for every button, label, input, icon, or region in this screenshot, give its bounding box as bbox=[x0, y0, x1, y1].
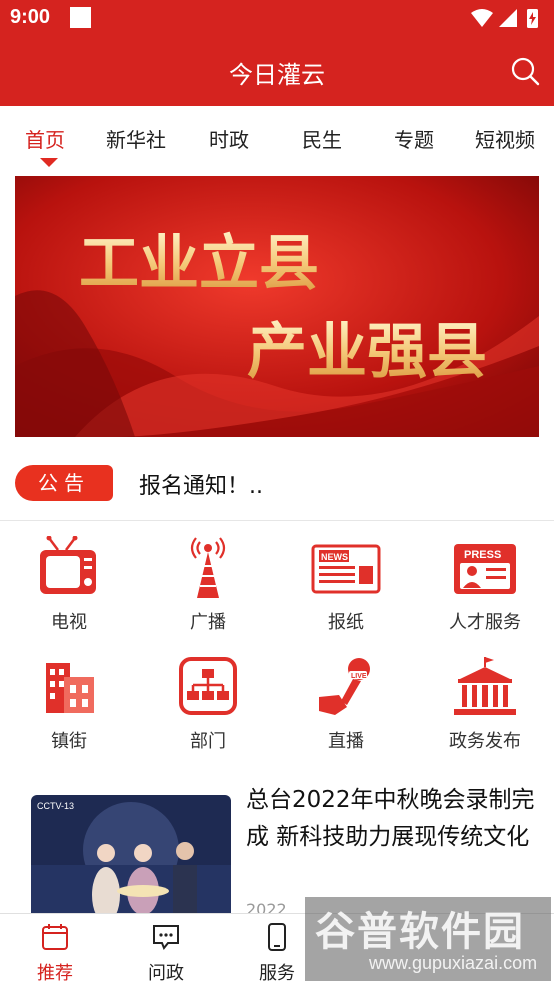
tab-short-video[interactable]: 短视频 bbox=[475, 124, 535, 153]
grid-item-live[interactable]: LIVE 直播 bbox=[286, 655, 406, 755]
news-thumbnail: CCTV-13 bbox=[31, 795, 231, 925]
status-bar: 9:00 bbox=[0, 0, 554, 36]
banner-carousel[interactable]: 工业立县 产业强县 bbox=[15, 176, 539, 437]
channel-logo: CCTV-13 bbox=[37, 801, 74, 811]
watermark-url: www.gupuxiazai.com bbox=[369, 953, 538, 973]
search-icon[interactable] bbox=[510, 56, 540, 86]
tab-special[interactable]: 专题 bbox=[394, 124, 434, 153]
wifi-icon bbox=[471, 9, 493, 27]
nav-recommend[interactable]: 推荐 bbox=[0, 914, 110, 985]
grid-label: 电视 bbox=[51, 612, 87, 633]
notice-badge: 公告 bbox=[15, 465, 113, 501]
svg-text:PRESS: PRESS bbox=[464, 549, 501, 561]
active-tab-indicator bbox=[40, 158, 58, 167]
status-time: 9:00 bbox=[10, 6, 51, 28]
grid-item-towns[interactable]: 镇街 bbox=[9, 655, 129, 755]
nav-inquiry[interactable]: 问政 bbox=[111, 914, 221, 985]
tab-home[interactable]: 首页 bbox=[25, 124, 65, 153]
signal-icon bbox=[499, 9, 517, 27]
tab-politics[interactable]: 时政 bbox=[209, 124, 249, 153]
status-icons bbox=[471, 9, 538, 28]
notification-icon bbox=[70, 7, 91, 28]
watermark-overlay: 谷普软件园 www.gupuxiazai.com bbox=[305, 897, 551, 981]
svg-text:NEWS: NEWS bbox=[321, 552, 348, 562]
news-headline: 总台2022年中秋晚会录制完成 新科技助力展现传统文化 bbox=[246, 787, 535, 850]
grid-item-tv[interactable]: 电视 bbox=[9, 536, 129, 636]
chat-bubble-icon bbox=[153, 925, 179, 950]
page-title: 今日灌云 bbox=[229, 61, 325, 89]
grid-label: 政务发布 bbox=[449, 731, 521, 752]
notice-text[interactable]: 报名通知！.. bbox=[139, 468, 263, 500]
radio-tower-icon bbox=[190, 537, 226, 598]
svg-text:LIVE: LIVE bbox=[351, 673, 367, 680]
banner-line2: 产业强县 bbox=[247, 317, 487, 387]
tv-icon bbox=[40, 536, 96, 594]
banner-line1: 工业立县 bbox=[79, 229, 319, 299]
grid-label: 部门 bbox=[190, 731, 226, 752]
notice-bar[interactable]: 公告 报名通知！.. bbox=[0, 462, 554, 506]
grid-item-newspaper[interactable]: NEWS 报纸 bbox=[286, 536, 406, 636]
grid-label: 报纸 bbox=[328, 612, 364, 633]
grid-item-gov-release[interactable]: 政务发布 bbox=[425, 655, 545, 755]
buildings-icon bbox=[46, 663, 94, 713]
calendar-icon bbox=[42, 924, 68, 950]
app-header: 今日灌云 bbox=[0, 36, 554, 106]
tab-livelihood[interactable]: 民生 bbox=[302, 124, 342, 153]
grid-item-departments[interactable]: 部门 bbox=[148, 655, 268, 755]
grid-item-talent[interactable]: PRESS 人才服务 bbox=[425, 536, 545, 636]
grid-label: 镇街 bbox=[51, 731, 87, 752]
grid-label: 人才服务 bbox=[449, 612, 521, 633]
grid-item-radio[interactable]: 广播 bbox=[148, 536, 268, 636]
org-chart-icon bbox=[179, 657, 237, 715]
watermark-title: 谷普软件园 bbox=[315, 909, 525, 955]
government-building-icon bbox=[454, 657, 516, 715]
category-tabs: 首页 新华社 时政 民生 专题 短视频 bbox=[0, 106, 554, 172]
tab-xinhua[interactable]: 新华社 bbox=[106, 124, 166, 153]
press-card-icon: PRESS bbox=[454, 544, 516, 594]
nav-label: 问政 bbox=[148, 963, 184, 984]
newspaper-icon: NEWS bbox=[311, 544, 381, 594]
banner-image: 工业立县 产业强县 bbox=[15, 176, 539, 437]
live-microphone-icon: LIVE bbox=[319, 658, 370, 715]
phone-icon bbox=[268, 923, 286, 951]
grid-label: 直播 bbox=[328, 731, 364, 752]
grid-label: 广播 bbox=[190, 612, 226, 633]
divider bbox=[0, 520, 554, 521]
nav-label: 推荐 bbox=[37, 963, 73, 984]
